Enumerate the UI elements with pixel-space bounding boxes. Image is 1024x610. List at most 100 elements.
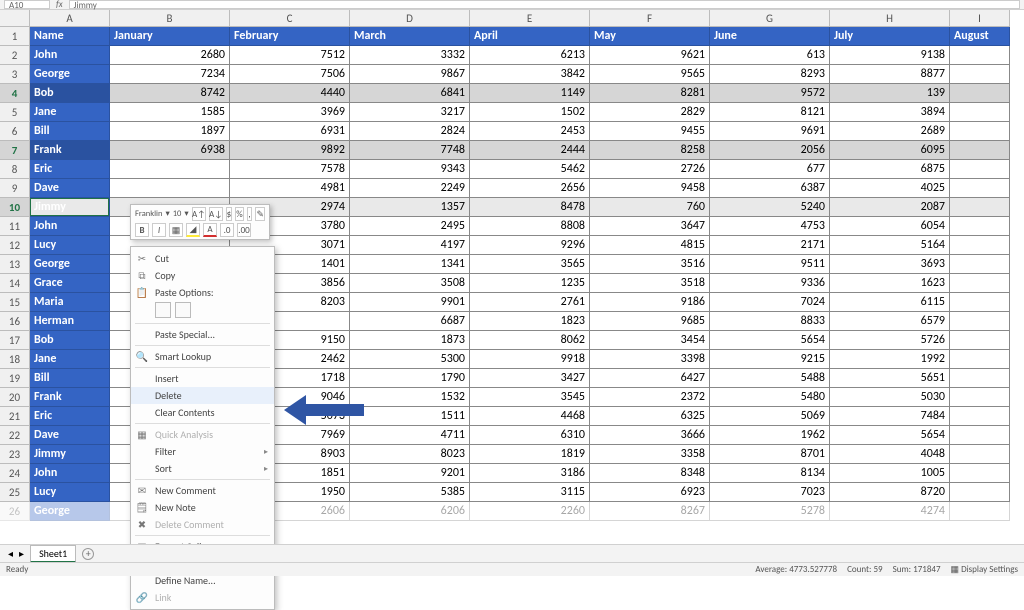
data-cell[interactable]: 8134	[710, 464, 830, 483]
data-cell[interactable]: 9215	[710, 350, 830, 369]
data-cell[interactable]: 6841	[350, 84, 470, 103]
data-cell[interactable]: 9511	[710, 255, 830, 274]
data-cell[interactable]: 9343	[350, 160, 470, 179]
row-header[interactable]: 7	[0, 141, 30, 160]
data-cell[interactable]: 5164	[830, 236, 950, 255]
data-cell[interactable]	[950, 293, 1010, 312]
decimal-dec-icon[interactable]: .0	[220, 223, 234, 237]
menu-new-comment[interactable]: ✉New Comment	[131, 482, 274, 499]
data-cell[interactable]: 8258	[590, 141, 710, 160]
data-cell[interactable]	[950, 103, 1010, 122]
row-header[interactable]: 16	[0, 312, 30, 331]
col-header[interactable]: A	[30, 10, 110, 27]
data-cell[interactable]: 9565	[590, 65, 710, 84]
data-cell[interactable]: 1341	[350, 255, 470, 274]
data-cell[interactable]: 8293	[710, 65, 830, 84]
data-cell[interactable]: 3454	[590, 331, 710, 350]
data-cell[interactable]: 5654	[830, 426, 950, 445]
data-cell[interactable]: 3842	[470, 65, 590, 84]
name-cell[interactable]: Jimmy	[30, 445, 110, 464]
data-cell[interactable]: 6206	[350, 502, 470, 521]
row-header[interactable]: 6	[0, 122, 30, 141]
data-cell[interactable]: 2260	[470, 502, 590, 521]
column-header-cell[interactable]: August	[950, 27, 1010, 46]
col-header[interactable]: G	[710, 10, 830, 27]
data-cell[interactable]: 1149	[470, 84, 590, 103]
menu-new-note[interactable]: 🗒New Note	[131, 499, 274, 516]
data-cell[interactable]: 7234	[110, 65, 230, 84]
data-cell[interactable]: 4197	[350, 236, 470, 255]
data-cell[interactable]: 5069	[710, 407, 830, 426]
col-header[interactable]: E	[470, 10, 590, 27]
formula-bar[interactable]: Jimmy	[69, 0, 1020, 9]
data-cell[interactable]: 6387	[710, 179, 830, 198]
data-cell[interactable]: 613	[710, 46, 830, 65]
row-header[interactable]: 21	[0, 407, 30, 426]
name-cell[interactable]: Jimmy	[30, 198, 110, 217]
data-cell[interactable]: 9892	[230, 141, 350, 160]
name-cell[interactable]: Maria	[30, 293, 110, 312]
name-cell[interactable]: Eric	[30, 160, 110, 179]
data-cell[interactable]: 8877	[830, 65, 950, 84]
data-cell[interactable]: 7484	[830, 407, 950, 426]
name-cell[interactable]: Frank	[30, 388, 110, 407]
column-header-cell[interactable]: June	[710, 27, 830, 46]
column-header-cell[interactable]: April	[470, 27, 590, 46]
data-cell[interactable]: 6938	[110, 141, 230, 160]
data-cell[interactable]: 1897	[110, 122, 230, 141]
data-cell[interactable]: 9138	[830, 46, 950, 65]
row-header[interactable]: 11	[0, 217, 30, 236]
data-cell[interactable]: 2761	[470, 293, 590, 312]
data-cell[interactable]: 4981	[230, 179, 350, 198]
data-cell[interactable]: 6875	[830, 160, 950, 179]
data-cell[interactable]: 9455	[590, 122, 710, 141]
data-cell[interactable]: 3332	[350, 46, 470, 65]
name-cell[interactable]: George	[30, 255, 110, 274]
data-cell[interactable]: 2056	[710, 141, 830, 160]
row-header[interactable]: 25	[0, 483, 30, 502]
font-name[interactable]: Franklin	[135, 209, 162, 219]
data-cell[interactable]: 6213	[470, 46, 590, 65]
data-cell[interactable]	[950, 331, 1010, 350]
data-cell[interactable]: 760	[590, 198, 710, 217]
sheet-tab-bar[interactable]: ◂ ▸ Sheet1 +	[0, 544, 1024, 562]
data-cell[interactable]: 5654	[710, 331, 830, 350]
data-cell[interactable]: 2726	[590, 160, 710, 179]
data-cell[interactable]	[950, 274, 1010, 293]
row-header[interactable]: 22	[0, 426, 30, 445]
data-cell[interactable]: 7578	[230, 160, 350, 179]
data-cell[interactable]: 3398	[590, 350, 710, 369]
data-cell[interactable]	[950, 350, 1010, 369]
row-header[interactable]: 14	[0, 274, 30, 293]
data-cell[interactable]: 3666	[590, 426, 710, 445]
data-cell[interactable]: 8701	[710, 445, 830, 464]
row-header[interactable]: 24	[0, 464, 30, 483]
sheet-nav-first-icon[interactable]: ◂	[8, 547, 13, 560]
menu-copy[interactable]: ⧉Copy	[131, 267, 274, 284]
data-cell[interactable]: 1532	[350, 388, 470, 407]
data-cell[interactable]: 2453	[470, 122, 590, 141]
name-cell[interactable]: John	[30, 217, 110, 236]
data-cell[interactable]: 8281	[590, 84, 710, 103]
sheet-tab[interactable]: Sheet1	[30, 545, 76, 563]
data-cell[interactable]: 1511	[350, 407, 470, 426]
data-cell[interactable]: 9572	[710, 84, 830, 103]
col-header[interactable]: D	[350, 10, 470, 27]
data-cell[interactable]	[950, 122, 1010, 141]
data-cell[interactable]: 7512	[230, 46, 350, 65]
paste-values-icon[interactable]	[175, 302, 191, 318]
row-header[interactable]: 15	[0, 293, 30, 312]
row-header[interactable]: 10	[0, 198, 30, 217]
data-cell[interactable]: 9201	[350, 464, 470, 483]
data-cell[interactable]: 8478	[470, 198, 590, 217]
format-painter-icon[interactable]: ✎	[255, 207, 265, 221]
menu-sort[interactable]: Sort	[131, 460, 274, 477]
data-cell[interactable]	[950, 426, 1010, 445]
name-cell[interactable]: Grace	[30, 274, 110, 293]
data-cell[interactable]	[950, 46, 1010, 65]
data-cell[interactable]: 139	[830, 84, 950, 103]
menu-delete[interactable]: Delete	[131, 387, 274, 404]
data-cell[interactable]: 8808	[470, 217, 590, 236]
col-header[interactable]: B	[110, 10, 230, 27]
data-cell[interactable]: 3427	[470, 369, 590, 388]
